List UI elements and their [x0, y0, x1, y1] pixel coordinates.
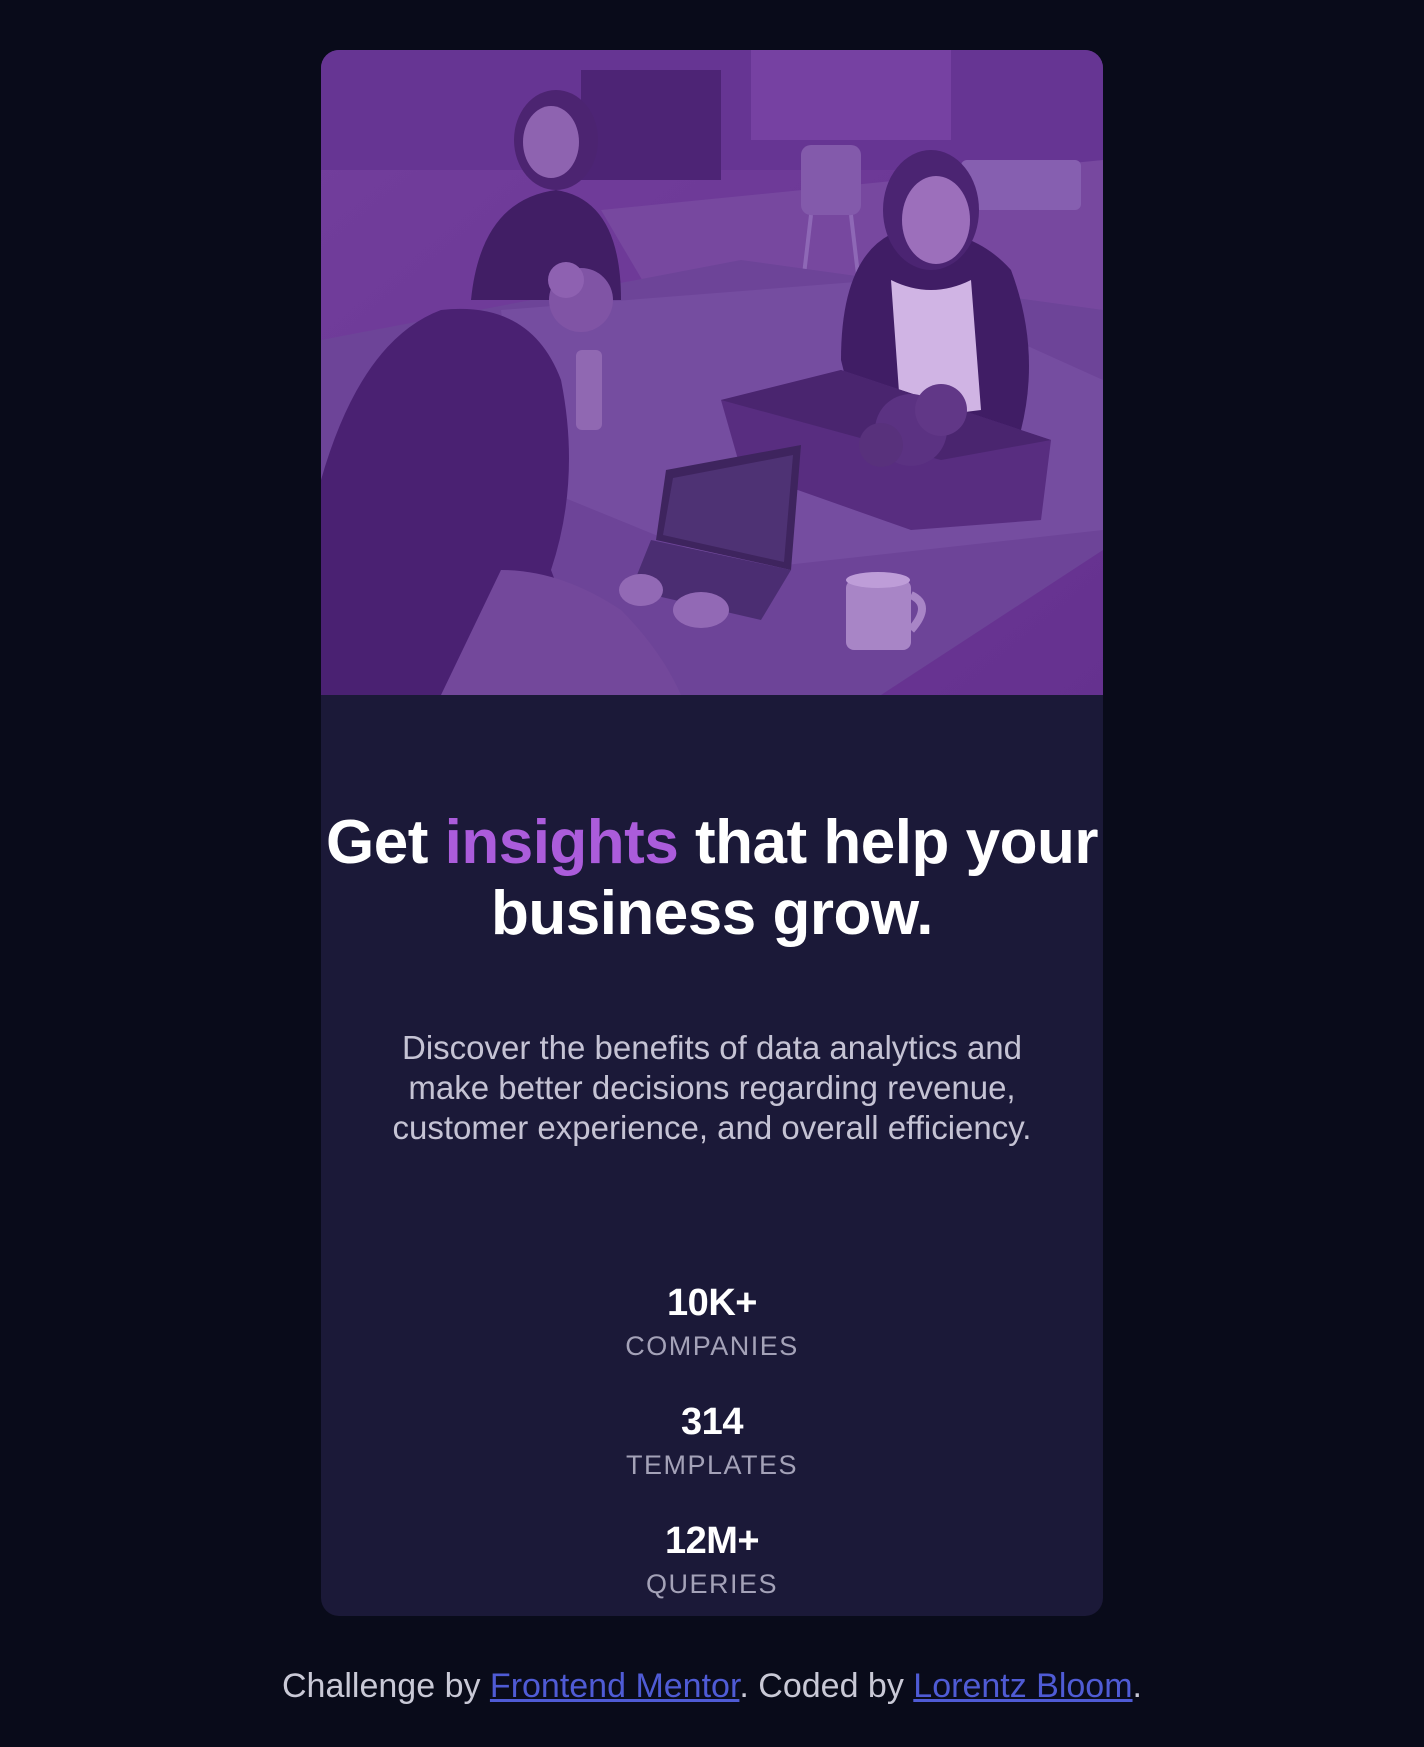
- headline-part-1: Get: [326, 808, 445, 877]
- stat-label: QUERIES: [645, 1569, 779, 1599]
- author-link[interactable]: Lorentz Bloom: [913, 1667, 1132, 1705]
- stat-value: 314: [681, 1401, 743, 1443]
- office-team-photo-icon: [321, 50, 1103, 695]
- hero-image: [321, 50, 1103, 695]
- stat-label: TEMPLATES: [625, 1450, 799, 1480]
- stat-queries: 12M+ QUERIES: [321, 1518, 1103, 1616]
- headline: Get insights that help your business gro…: [321, 807, 1103, 949]
- description: Discover the benefits of data analytics …: [392, 1029, 1032, 1146]
- stat-templates: 314 TEMPLATES: [321, 1399, 1103, 1518]
- stats-preview-card: Get insights that help your business gro…: [321, 50, 1103, 1616]
- footer-challenge-prefix: Challenge by: [282, 1667, 490, 1705]
- attribution-footer: Challenge by Frontend Mentor. Coded by L…: [0, 1663, 1424, 1709]
- stats-list: 10K+ COMPANIES 314 TEMPLATES 12M+ QUERIE…: [321, 1280, 1103, 1616]
- footer-coded-prefix: . Coded by: [739, 1667, 914, 1705]
- frontend-mentor-link[interactable]: Frontend Mentor: [490, 1667, 739, 1705]
- stat-companies: 10K+ COMPANIES: [321, 1280, 1103, 1399]
- stat-label: COMPANIES: [625, 1331, 799, 1361]
- footer-suffix: .: [1132, 1667, 1142, 1705]
- headline-accent: insights: [444, 808, 679, 877]
- stat-value: 10K+: [667, 1282, 757, 1324]
- stat-value: 12M+: [664, 1520, 760, 1562]
